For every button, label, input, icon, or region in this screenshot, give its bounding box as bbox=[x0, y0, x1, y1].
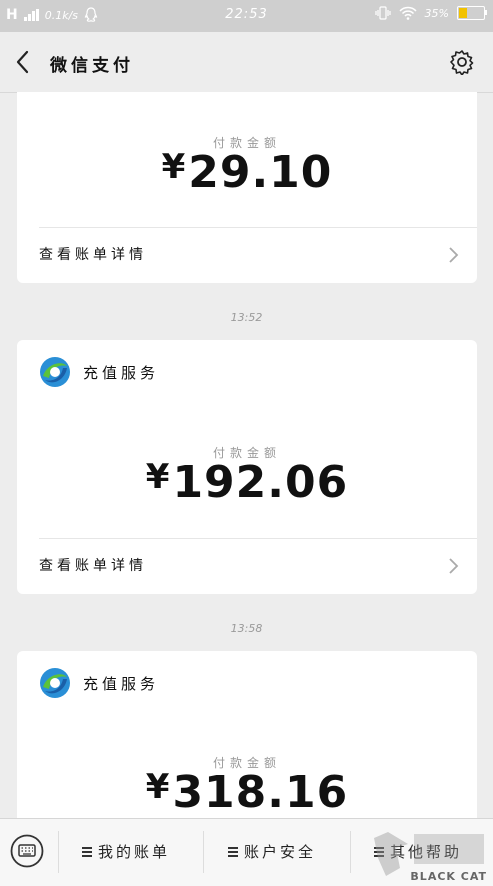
divider bbox=[39, 227, 477, 228]
vibrate-icon bbox=[374, 6, 391, 20]
service-logo-icon bbox=[40, 668, 70, 698]
payment-amount: ¥192.06 bbox=[17, 457, 477, 508]
tab-my-bills[interactable]: 我的账单 bbox=[82, 841, 170, 862]
battery-icon bbox=[457, 6, 487, 20]
back-icon[interactable] bbox=[12, 49, 36, 75]
service-header: 充值服务 bbox=[39, 667, 159, 699]
nav-bar: 微信支付 bbox=[0, 32, 493, 93]
payment-amount: ¥29.10 bbox=[17, 147, 477, 198]
tab-label: 账户安全 bbox=[244, 843, 317, 861]
service-name: 充值服务 bbox=[83, 674, 160, 693]
amount-value: 192.06 bbox=[172, 457, 349, 508]
timestamp: 13:52 bbox=[230, 311, 263, 324]
menu-icon bbox=[228, 845, 238, 859]
timestamp: 13:58 bbox=[230, 622, 263, 635]
payment-amount: ¥318.16 bbox=[17, 767, 477, 818]
battery-percent: 35% bbox=[424, 6, 449, 20]
page-title: 微信支付 bbox=[50, 56, 134, 76]
view-bill-details-link[interactable]: 查看账单详情 bbox=[39, 244, 147, 264]
keyboard-icon[interactable] bbox=[10, 834, 44, 868]
tab-account-security[interactable]: 账户安全 bbox=[228, 841, 316, 862]
transaction-card: 充值服务 付款金额 ¥192.06 查看账单详情 bbox=[17, 340, 477, 594]
divider bbox=[58, 831, 59, 873]
menu-icon bbox=[82, 845, 92, 859]
currency-symbol: ¥ bbox=[145, 457, 171, 497]
currency-symbol: ¥ bbox=[161, 147, 187, 187]
view-bill-details-link[interactable]: 查看账单详情 bbox=[39, 555, 147, 575]
transaction-card: 付款金额 ¥29.10 查看账单详情 bbox=[17, 92, 477, 283]
amount-value: 318.16 bbox=[172, 767, 349, 818]
amount-value: 29.10 bbox=[188, 147, 333, 198]
service-name: 充值服务 bbox=[83, 363, 160, 382]
gear-icon[interactable] bbox=[449, 49, 475, 75]
tab-label: 我的账单 bbox=[98, 843, 171, 861]
wifi-icon bbox=[399, 6, 417, 20]
chevron-right-icon[interactable] bbox=[447, 246, 459, 264]
divider bbox=[203, 831, 204, 873]
service-header: 充值服务 bbox=[39, 356, 159, 388]
status-bar: H 0.1k/s 22:53 35% bbox=[0, 0, 493, 32]
watermark-text: BLACK CAT bbox=[410, 870, 487, 883]
divider bbox=[39, 538, 477, 539]
currency-symbol: ¥ bbox=[145, 767, 171, 807]
chevron-right-icon[interactable] bbox=[447, 557, 459, 575]
service-logo-icon bbox=[40, 357, 70, 387]
divider bbox=[350, 831, 351, 873]
